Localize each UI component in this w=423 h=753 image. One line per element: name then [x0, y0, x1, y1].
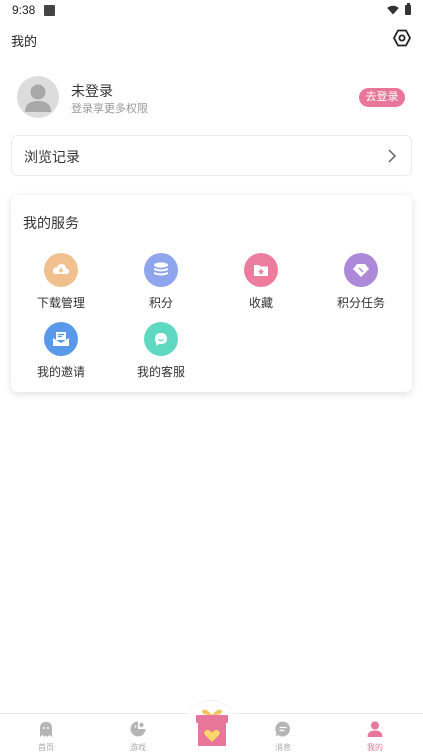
- nav-item-me[interactable]: 我的: [345, 717, 405, 753]
- service-label: 我的邀请: [36, 365, 85, 379]
- page-title: 我的: [11, 35, 38, 50]
- game-icon: [130, 721, 146, 737]
- service-label: 收藏: [248, 296, 273, 310]
- nav-item-games[interactable]: 游戏: [108, 717, 168, 753]
- service-label: 我的客服: [136, 365, 185, 379]
- message-icon: [275, 721, 290, 737]
- login-hint: 登录享更多权限: [71, 102, 148, 115]
- service-customer-service[interactable]: 我的客服: [111, 322, 211, 384]
- service-points-tasks[interactable]: 积分任务: [311, 253, 411, 315]
- username: 未登录: [71, 84, 113, 100]
- download-icon: [44, 253, 78, 287]
- service-points[interactable]: 积分: [111, 253, 211, 315]
- nav-label: 消息: [275, 743, 291, 752]
- header: 我的: [0, 26, 423, 54]
- nav-label: 游戏: [130, 743, 146, 752]
- settings-icon: [393, 29, 411, 47]
- settings-button[interactable]: [391, 27, 413, 49]
- service-label: 下载管理: [36, 296, 85, 310]
- default-avatar-icon: [25, 84, 51, 112]
- home-ghost-icon: [40, 722, 52, 737]
- my-services-card: 我的服务 下载管理 积分 收藏 积分任务 我的邀请 我的客服: [11, 195, 412, 392]
- diamond-icon: [344, 253, 378, 287]
- coins-icon: [144, 253, 178, 287]
- login-button[interactable]: 去登录: [359, 88, 405, 107]
- browsing-history-label: 浏览记录: [24, 150, 80, 166]
- invite-envelope-icon: [44, 322, 78, 356]
- nav-item-home[interactable]: 首页: [16, 717, 76, 753]
- chevron-right-icon: [388, 149, 397, 163]
- service-label: 积分任务: [336, 296, 385, 310]
- services-title: 我的服务: [23, 216, 79, 232]
- service-my-invitations[interactable]: 我的邀请: [11, 322, 111, 384]
- notification-icon: [44, 4, 56, 16]
- nav-gift-button[interactable]: [193, 706, 231, 746]
- status-time: 9:38: [12, 3, 36, 17]
- status-bar: 9:38: [0, 0, 423, 20]
- favorite-folder-icon: [244, 253, 278, 287]
- service-favorites[interactable]: 收藏: [211, 253, 311, 315]
- service-label: 积分: [148, 296, 173, 310]
- avatar[interactable]: [17, 76, 59, 118]
- customer-service-icon: [144, 322, 178, 356]
- service-download-manager[interactable]: 下载管理: [11, 253, 111, 315]
- battery-icon: [405, 3, 411, 15]
- wifi-icon: [387, 5, 399, 15]
- nav-item-messages[interactable]: 消息: [253, 717, 313, 753]
- profile-icon: [367, 721, 383, 737]
- gift-icon: [196, 709, 228, 746]
- browsing-history-row[interactable]: 浏览记录: [11, 135, 412, 176]
- nav-label: 我的: [367, 743, 383, 752]
- profile-card[interactable]: 未登录 登录享更多权限 去登录: [11, 72, 412, 120]
- status-indicators: [387, 3, 411, 15]
- nav-label: 首页: [38, 743, 54, 752]
